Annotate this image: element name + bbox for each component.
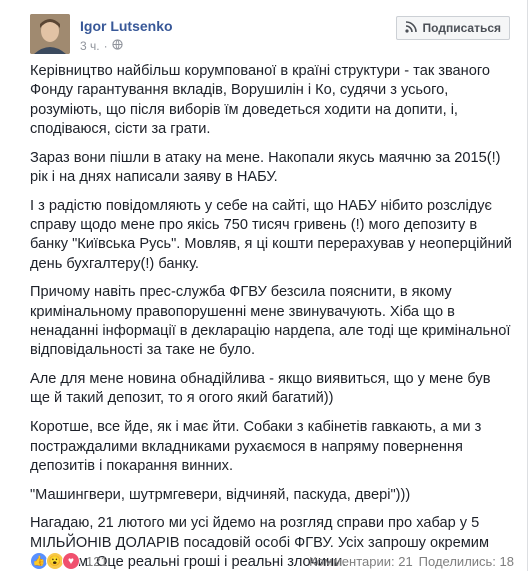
post-paragraph: Керівництво найбільш корумпованої в краї… (30, 63, 490, 137)
post-paragraph: І з радістю повідомляють у себе на сайті… (30, 197, 512, 272)
comments-link[interactable]: Комментарии: 21 (309, 554, 413, 569)
post-card: Igor Lutsenko 3 ч. · Подписаться Керівни… (0, 0, 528, 571)
love-reaction-icon: ♥ (62, 552, 80, 570)
subscribe-label: Подписаться (422, 21, 501, 35)
subscribe-button[interactable]: Подписаться (395, 16, 510, 40)
post-body: Керівництво найбільш корумпованої в краї… (30, 62, 514, 571)
post-paragraph: Причому навіть прес-служба ФГВУ безсила … (30, 284, 511, 359)
post-paragraph: Зараз вони пішли в атаку на мене. Накопа… (30, 149, 501, 185)
reactions-summary[interactable]: 👍 😮 ♥ 121 (30, 552, 108, 570)
post-paragraph: Коротше, все йде, як і має йти. Собаки з… (30, 419, 482, 474)
post-time[interactable]: 3 ч. (80, 39, 100, 53)
post-meta: 3 ч. · (80, 39, 123, 53)
shares-link[interactable]: Поделились: 18 (419, 554, 514, 569)
reaction-count[interactable]: 121 (86, 554, 108, 569)
post-footer: 👍 😮 ♥ 121 Комментарии: 21 Поделились: 18 (30, 551, 514, 571)
globe-icon (111, 39, 123, 53)
post-paragraph: "Машингвери, шутрмгевери, відчиняй, паск… (30, 486, 411, 503)
post-header: Igor Lutsenko 3 ч. · Подписаться (30, 14, 510, 58)
dot-separator: · (103, 39, 108, 53)
author-name[interactable]: Igor Lutsenko (80, 18, 173, 34)
avatar[interactable] (30, 14, 70, 54)
post-paragraph: Але для мене новина обнадійлива - якщо в… (30, 371, 491, 407)
rss-icon (404, 20, 417, 36)
post-stats: Комментарии: 21 Поделились: 18 (309, 554, 514, 569)
